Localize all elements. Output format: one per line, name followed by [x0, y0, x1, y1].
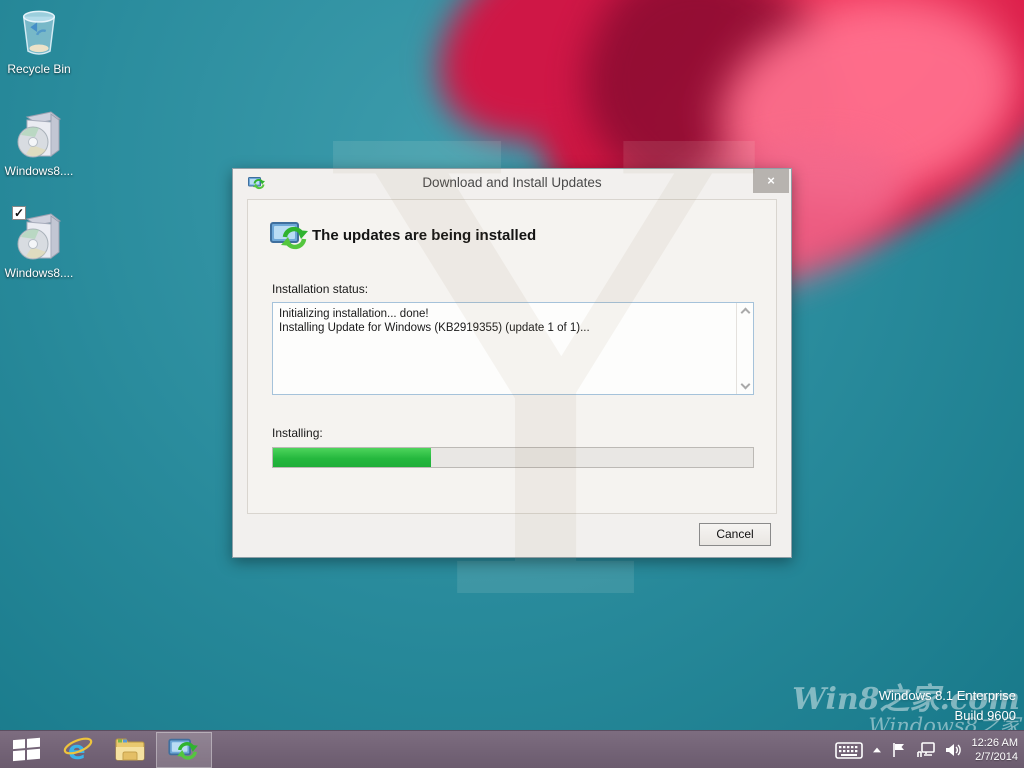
install-progress-bar	[272, 447, 754, 468]
action-center-button[interactable]	[891, 742, 907, 758]
network-button[interactable]	[916, 742, 936, 758]
windows-update-icon	[270, 220, 310, 252]
show-hidden-icons-button[interactable]	[872, 747, 882, 753]
desktop-icon-recycle-bin[interactable]: Recycle Bin	[0, 6, 78, 76]
scroll-down-icon[interactable]	[741, 380, 751, 390]
taskbar-file-explorer-button[interactable]	[104, 731, 156, 768]
keyboard-icon	[835, 742, 863, 759]
speaker-icon	[945, 742, 963, 758]
recycle-bin-icon	[0, 6, 78, 58]
system-tray: 12:26 AM 2/7/2014	[835, 731, 1024, 768]
dialog-content-panel: The updates are being installed Installa…	[247, 199, 777, 514]
taskbar-clock[interactable]: 12:26 AM 2/7/2014	[972, 736, 1018, 764]
status-lines: Initializing installation... done! Insta…	[279, 307, 731, 335]
scrollbar[interactable]	[736, 303, 753, 394]
status-label: Installation status:	[272, 282, 368, 296]
cancel-button[interactable]: Cancel	[699, 523, 771, 546]
windows-update-icon	[168, 737, 200, 763]
start-button[interactable]	[0, 731, 52, 768]
download-install-updates-dialog: Download and Install Updates × The updat…	[232, 168, 792, 558]
taskbar: e	[0, 730, 1024, 768]
desktop: Y Recycle Bin Windows8	[0, 0, 1024, 768]
desktop-icon-installer-2[interactable]: ✓ Windows8....	[0, 210, 78, 280]
desktop-icon-label: Recycle Bin	[0, 62, 78, 76]
progress-label: Installing:	[272, 426, 323, 440]
close-button[interactable]: ×	[753, 169, 789, 193]
installation-status-box[interactable]: Initializing installation... done! Insta…	[272, 302, 754, 395]
tray-date: 2/7/2014	[972, 750, 1018, 764]
network-icon	[916, 742, 936, 758]
chevron-up-icon	[873, 748, 881, 753]
installer-box-icon	[0, 108, 78, 160]
volume-button[interactable]	[945, 742, 963, 758]
installer-box-icon: ✓	[0, 210, 78, 262]
scroll-up-icon[interactable]	[741, 308, 751, 318]
taskbar-updater-button-active[interactable]	[156, 732, 212, 768]
status-line: Initializing installation... done!	[279, 307, 731, 321]
dialog-header: The updates are being installed	[312, 227, 536, 244]
internet-explorer-icon: e	[63, 735, 93, 765]
tray-time: 12:26 AM	[972, 736, 1018, 750]
os-build-watermark: Windows 8.1 Enterprise Build 9600	[879, 686, 1016, 726]
desktop-icon-label: Windows8....	[0, 266, 78, 280]
taskbar-internet-explorer-button[interactable]: e	[52, 731, 104, 768]
flag-icon	[891, 742, 907, 758]
file-explorer-icon	[115, 737, 145, 762]
status-line: Installing Update for Windows (KB2919355…	[279, 321, 731, 335]
dialog-titlebar[interactable]: Download and Install Updates ×	[233, 169, 791, 199]
desktop-icon-installer-1[interactable]: Windows8....	[0, 108, 78, 178]
progress-fill	[273, 448, 431, 467]
desktop-icon-label: Windows8....	[0, 164, 78, 178]
selected-checkmark-icon: ✓	[12, 206, 26, 220]
touch-keyboard-button[interactable]	[835, 742, 863, 759]
windows-logo-icon	[13, 738, 40, 761]
dialog-title: Download and Install Updates	[233, 175, 791, 190]
